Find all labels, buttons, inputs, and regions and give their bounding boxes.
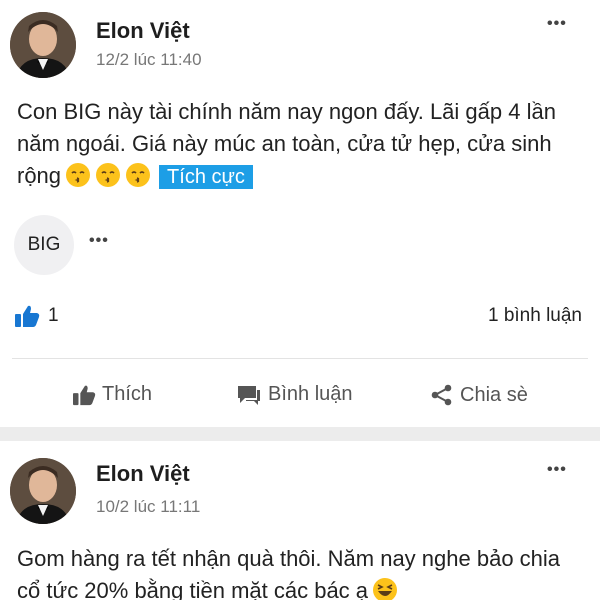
author-name[interactable]: Elon Việt <box>96 18 190 44</box>
ticker-chip[interactable]: BIG <box>14 215 74 275</box>
kissing-face-icon <box>126 163 151 187</box>
avatar[interactable] <box>10 458 76 524</box>
like-count[interactable]: 1 <box>14 304 59 328</box>
share-icon <box>431 384 452 406</box>
post-content: Gom hàng ra tết nhận quà thôi. Năm nay n… <box>17 543 587 600</box>
ticker-more-button[interactable]: ••• <box>89 232 109 250</box>
post-time: 10/2 lúc 11:11 <box>96 497 201 516</box>
more-options-button[interactable]: ••• <box>547 15 567 33</box>
comment-label: Bình luận <box>268 383 353 405</box>
share-button[interactable]: Chia sè <box>430 383 528 407</box>
like-count-value: 1 <box>48 305 59 326</box>
post-2: Elon Việt 10/2 lúc 11:11 ••• Gom hàng ra… <box>0 441 600 600</box>
post-separator <box>0 427 600 441</box>
post-content: Con BIG này tài chính năm nay ngon đấy. … <box>17 96 587 193</box>
laughing-face-icon <box>373 578 398 600</box>
divider <box>12 358 588 359</box>
kissing-face-icon <box>66 163 91 187</box>
comment-button[interactable]: Bình luận <box>236 383 353 406</box>
thumbs-up-icon <box>15 305 40 327</box>
avatar[interactable] <box>10 12 76 78</box>
author-name[interactable]: Elon Việt <box>96 461 190 487</box>
like-label: Thích <box>102 383 153 405</box>
post-1: Elon Việt 12/2 lúc 11:40 ••• Con BIG này… <box>0 0 600 427</box>
action-bar: Thích Bình luận Chia sè <box>0 383 600 413</box>
comment-icon <box>238 385 260 405</box>
kissing-face-icon <box>96 163 121 187</box>
post-time: 12/2 lúc 11:40 <box>96 50 202 69</box>
more-options-button[interactable]: ••• <box>547 461 567 479</box>
post-text: Gom hàng ra tết nhận quà thôi. Năm nay n… <box>17 546 561 600</box>
thumbs-up-icon <box>73 385 96 405</box>
sentiment-tag[interactable]: Tích cực <box>159 165 253 189</box>
share-label: Chia sè <box>460 383 528 406</box>
comment-count[interactable]: 1 bình luận <box>488 305 582 327</box>
like-button[interactable]: Thích <box>72 383 152 406</box>
